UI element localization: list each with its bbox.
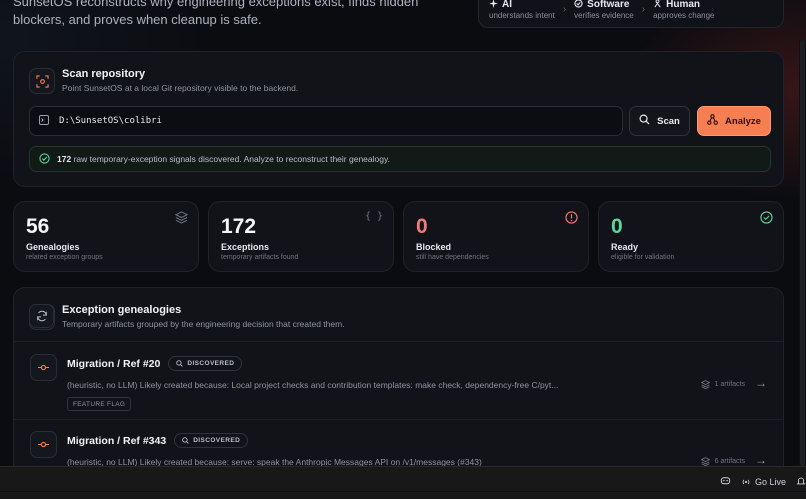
layers-icon [174, 211, 189, 229]
divider [0, 491, 806, 492]
notice-text: raw temporary-exception signals discover… [73, 154, 390, 164]
chevron-right-icon: › [641, 3, 646, 15]
go-live-button[interactable]: Go Live [741, 477, 786, 487]
verification-flow: AI understands intent › Software verifie… [478, 0, 784, 28]
repository-path-field[interactable] [29, 106, 623, 136]
stat-label: Exceptions [221, 242, 270, 252]
layers-icon [700, 457, 710, 466]
sparkle-icon [489, 0, 498, 11]
scan-icon [29, 68, 55, 94]
analyze-button[interactable]: Analyze [697, 106, 771, 136]
stat-sub: still have dependencies [416, 254, 489, 261]
search-icon [182, 437, 189, 444]
check-circle-icon [39, 152, 50, 166]
flow-step-ai: AI understands intent [489, 0, 555, 20]
scan-result-notice: 172 raw temporary-exception signals disc… [29, 146, 771, 172]
notice-count: 172 [57, 154, 72, 164]
artifact-count: 6 artifacts [700, 457, 745, 466]
repository-path-input[interactable] [59, 116, 579, 126]
stat-value: 172 [221, 215, 257, 238]
arrow-right-icon[interactable]: → [755, 453, 767, 467]
genealogy-description: (heuristic, no LLM) Likely created becau… [67, 380, 559, 390]
stat-label: Blocked [416, 242, 452, 252]
braces-icon: { } [364, 211, 383, 222]
stat-card-ready: 0 Ready eligible for validation [598, 201, 784, 272]
flow-step-human: Human approves change [653, 0, 715, 20]
stat-label: Ready [611, 242, 639, 252]
genealogies-title: Exception genealogies [62, 304, 182, 316]
stat-card-exceptions: 172 Exceptions temporary artifacts found… [208, 201, 394, 272]
scan-subtitle: Point SunsetOS at a local Git repository… [62, 83, 299, 93]
alert-icon [565, 211, 578, 229]
refresh-icon [36, 310, 47, 322]
stat-card-genealogies: 56 Genealogies related exception groups [13, 201, 199, 272]
copilot-icon[interactable] [720, 475, 731, 488]
scan-title: Scan repository [62, 68, 146, 80]
stat-value: 0 [611, 215, 623, 238]
scan-repository-card: Scan repository Point SunsetOS at a loca… [13, 51, 784, 187]
chevron-right-icon: › [562, 3, 567, 15]
stat-label: Genealogies [26, 242, 80, 252]
layers-icon [700, 380, 710, 389]
terminal-icon [39, 112, 49, 130]
genealogy-name: Migration / Ref #20 [67, 357, 161, 370]
search-icon [639, 114, 650, 128]
genealogy-name: Migration / Ref #343 [67, 434, 167, 447]
stat-sub: temporary artifacts found [221, 254, 299, 261]
intro-text: SunsetOS reconstructs why engineering ex… [13, 0, 419, 27]
network-icon [707, 114, 718, 128]
artifact-count: 1 artifacts [700, 380, 745, 389]
stat-value: 56 [26, 215, 50, 238]
genealogies-subtitle: Temporary artifacts grouped by the engin… [62, 319, 345, 329]
commit-icon [30, 431, 57, 458]
broadcast-icon [742, 479, 750, 484]
human-icon [653, 0, 662, 11]
status-badge: DISCOVERED [168, 356, 243, 371]
stat-sub: eligible for validation [611, 254, 675, 261]
genealogy-tag: FEATURE FLAG [67, 397, 132, 411]
stat-sub: related exception groups [26, 254, 103, 261]
search-icon [176, 360, 184, 367]
genealogy-item[interactable]: Migration / Ref #20 DISCOVERED (heuristi… [14, 342, 783, 418]
status-bar: Go Live [0, 466, 806, 499]
check-icon [760, 211, 773, 229]
scrollbar-thumb[interactable] [800, 40, 805, 466]
flow-step-software: Software verifies evidence [574, 0, 634, 20]
stat-value: 0 [416, 215, 428, 238]
scan-button[interactable]: Scan [629, 106, 690, 136]
scrollbar[interactable] [799, 40, 806, 466]
arrow-right-icon[interactable]: → [755, 376, 767, 390]
status-badge: DISCOVERED [174, 433, 249, 448]
refresh-button[interactable] [29, 304, 54, 328]
exception-genealogies-card: Exception genealogies Temporary artifact… [13, 287, 784, 487]
check-circle-icon [574, 0, 583, 11]
commit-icon [30, 354, 57, 381]
stat-card-blocked: 0 Blocked still have dependencies [403, 201, 589, 272]
bell-icon[interactable] [796, 476, 806, 488]
